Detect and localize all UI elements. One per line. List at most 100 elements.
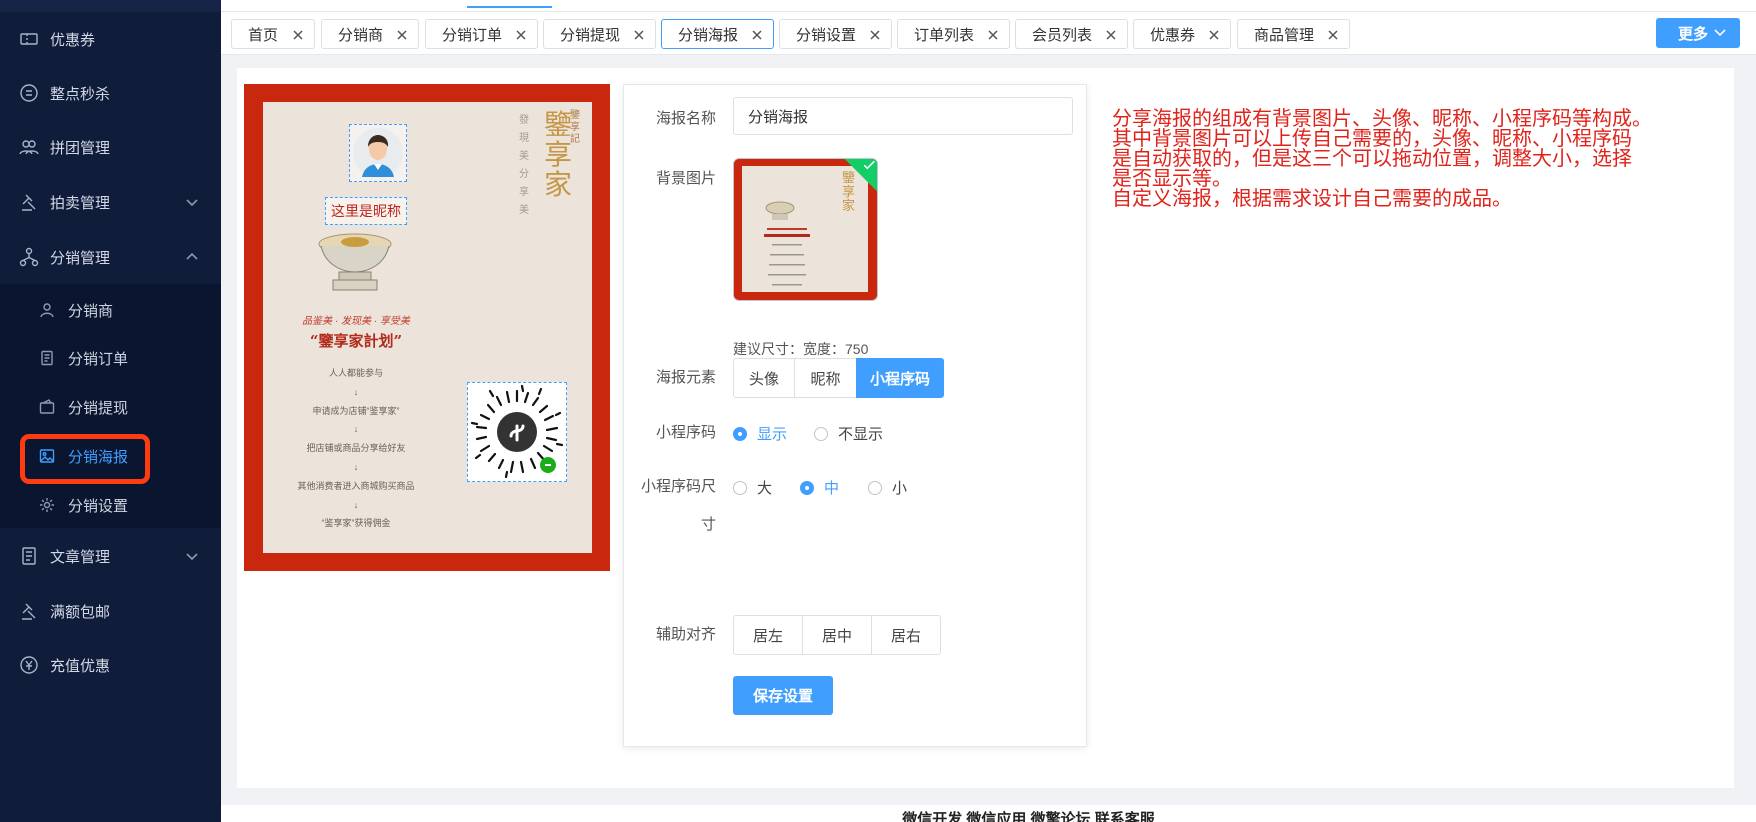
background-thumbnail-preview: 鑒 享 家 — [742, 166, 868, 292]
element-avatar-button[interactable]: 头像 — [733, 358, 795, 398]
tab-distributor[interactable]: 分销商 — [321, 19, 419, 49]
annotation-line: 是否显示等。 — [1112, 168, 1232, 190]
poster-arrow: ↓ — [353, 499, 359, 510]
close-icon[interactable] — [751, 28, 763, 40]
poster-arrow: ↓ — [353, 386, 359, 397]
radio-label: 不显示 — [838, 426, 884, 443]
poster-miniprogram-code[interactable] — [467, 382, 567, 482]
tab-coupon[interactable]: 优惠券 — [1133, 19, 1231, 49]
more-tabs-button[interactable]: 更多 — [1656, 18, 1740, 48]
miniprogram-code-icon — [470, 384, 564, 479]
close-icon[interactable] — [515, 28, 527, 40]
sidebar: 优惠券 整点秒杀 拼团管理 拍卖管理 分销管理 分销商 分销订单 分销提现 分销… — [0, 0, 221, 822]
poster-name-input[interactable]: 分销海报 — [733, 97, 1073, 135]
tab-product-management[interactable]: 商品管理 — [1237, 19, 1350, 49]
code-size-small-radio[interactable]: 小 — [868, 477, 907, 498]
sidebar-item-flash-sale[interactable]: 整点秒杀 — [0, 66, 221, 120]
sidebar-sub-withdraw[interactable]: 分销提现 — [0, 383, 221, 431]
miniprogram-code-label: 小程序码 — [655, 424, 716, 441]
element-nickname-button[interactable]: 昵称 — [794, 358, 857, 398]
close-icon[interactable] — [292, 28, 304, 40]
sidebar-item-label: 整点秒杀 — [50, 85, 111, 103]
element-miniprogram-code-button[interactable]: 小程序码 — [856, 358, 944, 398]
align-center-button[interactable]: 居中 — [802, 615, 872, 655]
poster-elements-group: 头像 昵称 小程序码 — [733, 358, 944, 398]
tab-order-list[interactable]: 订单列表 — [897, 19, 1010, 49]
sidebar-item-distribution[interactable]: 分销管理 — [0, 230, 221, 284]
sidebar-item-label: 优惠券 — [50, 31, 96, 49]
sidebar-item-label: 满额包邮 — [50, 603, 111, 621]
sidebar-item-recharge[interactable]: 充值优惠 — [0, 638, 221, 692]
sidebar-item-label: 拍卖管理 — [50, 194, 111, 212]
align-left-button[interactable]: 居左 — [733, 615, 803, 655]
close-icon[interactable] — [633, 28, 645, 40]
poster-avatar[interactable] — [349, 124, 407, 182]
poster-tag: 鑒享記 — [570, 110, 580, 145]
close-icon[interactable] — [1105, 28, 1117, 40]
annotation-note: 分享海报的组成有背景图片、头像、昵称、小程序码等构成。 其中背景图片可以上传自己… — [1112, 109, 1732, 209]
more-label: 更多 — [1678, 25, 1709, 43]
poster-elements-label: 海报元素 — [655, 369, 716, 386]
tab-label: 分销海报 — [678, 26, 739, 44]
tab-distribution-poster[interactable]: 分销海报 — [661, 19, 774, 49]
tab-home[interactable]: 首页 — [231, 19, 315, 49]
sidebar-sub-settings[interactable]: 分销设置 — [0, 481, 221, 529]
svg-text:家: 家 — [842, 198, 855, 214]
code-size-medium-radio[interactable]: 中 — [800, 477, 839, 498]
poster-step: 把店铺或商品分享给好友 — [306, 443, 406, 454]
poster-step: 人人都能参与 — [328, 368, 383, 378]
tab-distribution-withdraw[interactable]: 分销提现 — [543, 19, 656, 49]
sidebar-item-auction[interactable]: 拍卖管理 — [0, 175, 221, 229]
background-image-thumbnail[interactable]: 鑒 享 家 — [733, 158, 878, 301]
tab-label: 分销提现 — [560, 26, 621, 44]
code-size-label-cont: 寸 — [700, 516, 716, 533]
poster-plan-title: “鑒享家計划” — [309, 332, 403, 350]
code-size-large-radio[interactable]: 大 — [733, 477, 772, 498]
show-code-radio[interactable]: 显示 — [733, 423, 787, 444]
sidebar-sub-label: 分销设置 — [68, 497, 129, 515]
radio-label: 显示 — [757, 426, 788, 443]
hide-code-radio[interactable]: 不显示 — [814, 423, 883, 444]
annotation-line: 其中背景图片可以上传自己需要的，头像、昵称、小程序码 — [1112, 128, 1632, 150]
close-icon[interactable] — [987, 28, 999, 40]
radio-checked-icon — [800, 480, 814, 495]
poster-steps: 人人都能参与 ↓ 申请成为店铺“鉴享家” ↓ 把店铺或商品分享给好友 ↓ 其他消… — [263, 364, 449, 533]
annotation-line: 分享海报的组成有背景图片、头像、昵称、小程序码等构成。 — [1112, 108, 1652, 130]
poster-preview: 發現美分享美 鑒享家 鑒享記 这里是昵称 品鉴美 · 发现美 · 享受美 “鑒享… — [244, 84, 610, 571]
background-image-label: 背景图片 — [655, 170, 716, 187]
sidebar-item-free-shipping[interactable]: 满额包邮 — [0, 584, 221, 638]
code-size-label: 小程序码尺 — [640, 478, 716, 495]
close-icon[interactable] — [396, 28, 408, 40]
tab-label: 订单列表 — [914, 26, 975, 44]
footer-links[interactable]: 微信开发 微信应用 微擎论坛 联系客服 — [221, 805, 1756, 822]
sidebar-item-coupon[interactable]: 优惠券 — [0, 12, 221, 66]
tab-label: 商品管理 — [1254, 26, 1315, 44]
sidebar-sub-label: 分销提现 — [68, 399, 129, 417]
save-settings-button[interactable]: 保存设置 — [733, 676, 833, 715]
sidebar-sub-distributor[interactable]: 分销商 — [0, 286, 221, 334]
tab-member-list[interactable]: 会员列表 — [1015, 19, 1128, 49]
sidebar-sub-orders[interactable]: 分销订单 — [0, 334, 221, 382]
close-icon[interactable] — [1327, 28, 1339, 40]
align-label: 辅助对齐 — [655, 626, 716, 643]
tab-distribution-settings[interactable]: 分销设置 — [779, 19, 892, 49]
close-icon[interactable] — [1208, 28, 1220, 40]
poster-slogan: 品鉴美 · 发现美 · 享受美 — [302, 316, 410, 327]
tab-distribution-orders[interactable]: 分销订单 — [425, 19, 538, 49]
tab-label: 分销设置 — [796, 26, 857, 44]
background-preview-icon: 鑒 享 家 — [764, 171, 855, 286]
radio-label: 中 — [824, 480, 840, 497]
poster-step: 其他消费者进入商城购买商品 — [297, 480, 415, 491]
align-right-button[interactable]: 居右 — [871, 615, 941, 655]
poster-arrow: ↓ — [353, 461, 359, 472]
auction-icon — [18, 191, 40, 213]
chevron-down-icon — [185, 549, 199, 563]
close-icon[interactable] — [869, 28, 881, 40]
annotation-line: 是自动获取的，但是这三个可以拖动位置，调整大小，选择 — [1112, 148, 1632, 170]
radio-label: 大 — [757, 480, 773, 497]
user-icon — [38, 301, 56, 319]
sidebar-item-group-buy[interactable]: 拼团管理 — [0, 120, 221, 174]
poster-nickname[interactable]: 这里是昵称 — [325, 197, 407, 225]
sidebar-item-article[interactable]: 文章管理 — [0, 529, 221, 583]
sidebar-item-label: 拼团管理 — [50, 139, 111, 157]
